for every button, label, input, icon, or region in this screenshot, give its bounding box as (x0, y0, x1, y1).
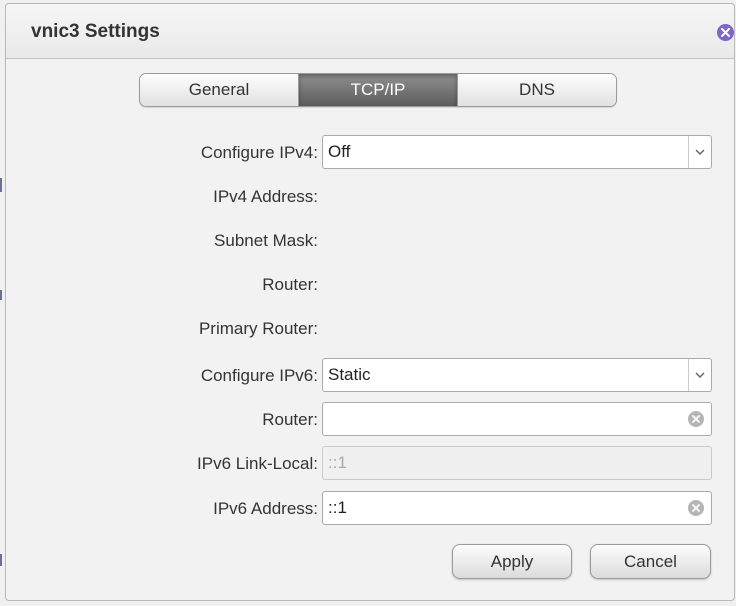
close-icon[interactable] (717, 24, 734, 41)
background-window-edge (0, 290, 2, 300)
ipv6-link-local-row: IPv6 Link-Local: ::1 (6, 446, 736, 482)
configure-ipv4-label: Configure IPv4: (200, 143, 318, 162)
primary-router-row: Primary Router: (6, 311, 736, 347)
configure-ipv4-select[interactable]: Off (322, 135, 712, 169)
ipv6-address-value: ::1 (328, 498, 347, 517)
configure-ipv6-select[interactable]: Static (322, 358, 712, 392)
dialog-titlebar: vnic3 Settings (6, 4, 734, 59)
clear-icon[interactable] (688, 411, 704, 427)
chevron-down-icon[interactable] (688, 359, 711, 391)
tab-general[interactable]: General (140, 74, 299, 106)
ipv4-address-label: IPv4 Address: (213, 187, 318, 206)
router-v4-row: Router: (6, 267, 736, 303)
subnet-mask-row: Subnet Mask: (6, 223, 736, 259)
primary-router-label: Primary Router: (198, 319, 318, 338)
clear-icon[interactable] (688, 500, 704, 516)
chevron-down-icon[interactable] (688, 136, 711, 168)
configure-ipv6-value: Static (328, 365, 371, 384)
configure-ipv4-value: Off (328, 142, 351, 161)
ipv6-address-input[interactable]: ::1 (322, 491, 712, 525)
router-v6-row: Router: (6, 402, 736, 438)
background-window-edge (0, 554, 2, 566)
ipv6-link-local-input: ::1 (322, 446, 712, 480)
apply-button[interactable]: Apply (452, 544, 572, 579)
tab-tcp-ip[interactable]: TCP/IP (299, 74, 458, 106)
settings-dialog: vnic3 Settings General TCP/IP DNS Config… (5, 3, 735, 601)
configure-ipv6-row: Configure IPv6: Static (6, 358, 736, 394)
tab-bar: General TCP/IP DNS (139, 73, 617, 107)
cancel-button[interactable]: Cancel (590, 544, 711, 579)
dialog-title: vnic3 Settings (31, 21, 160, 42)
ipv6-link-local-value: ::1 (328, 453, 347, 472)
tab-dns[interactable]: DNS (458, 74, 616, 106)
router-v4-label: Router: (262, 275, 318, 294)
configure-ipv6-label: Configure IPv6: (200, 366, 318, 385)
configure-ipv4-row: Configure IPv4: Off (6, 135, 736, 171)
close-glyph (721, 28, 730, 37)
ipv6-address-row: IPv6 Address: ::1 (6, 491, 736, 527)
subnet-mask-label: Subnet Mask: (214, 231, 318, 250)
ipv6-link-local-label: IPv6 Link-Local: (197, 454, 318, 473)
router-v6-input[interactable] (322, 402, 712, 436)
ipv6-address-label: IPv6 Address: (213, 499, 318, 518)
router-v6-label: Router: (262, 410, 318, 429)
ipv4-address-row: IPv4 Address: (6, 179, 736, 215)
background-window-edge (0, 178, 2, 192)
